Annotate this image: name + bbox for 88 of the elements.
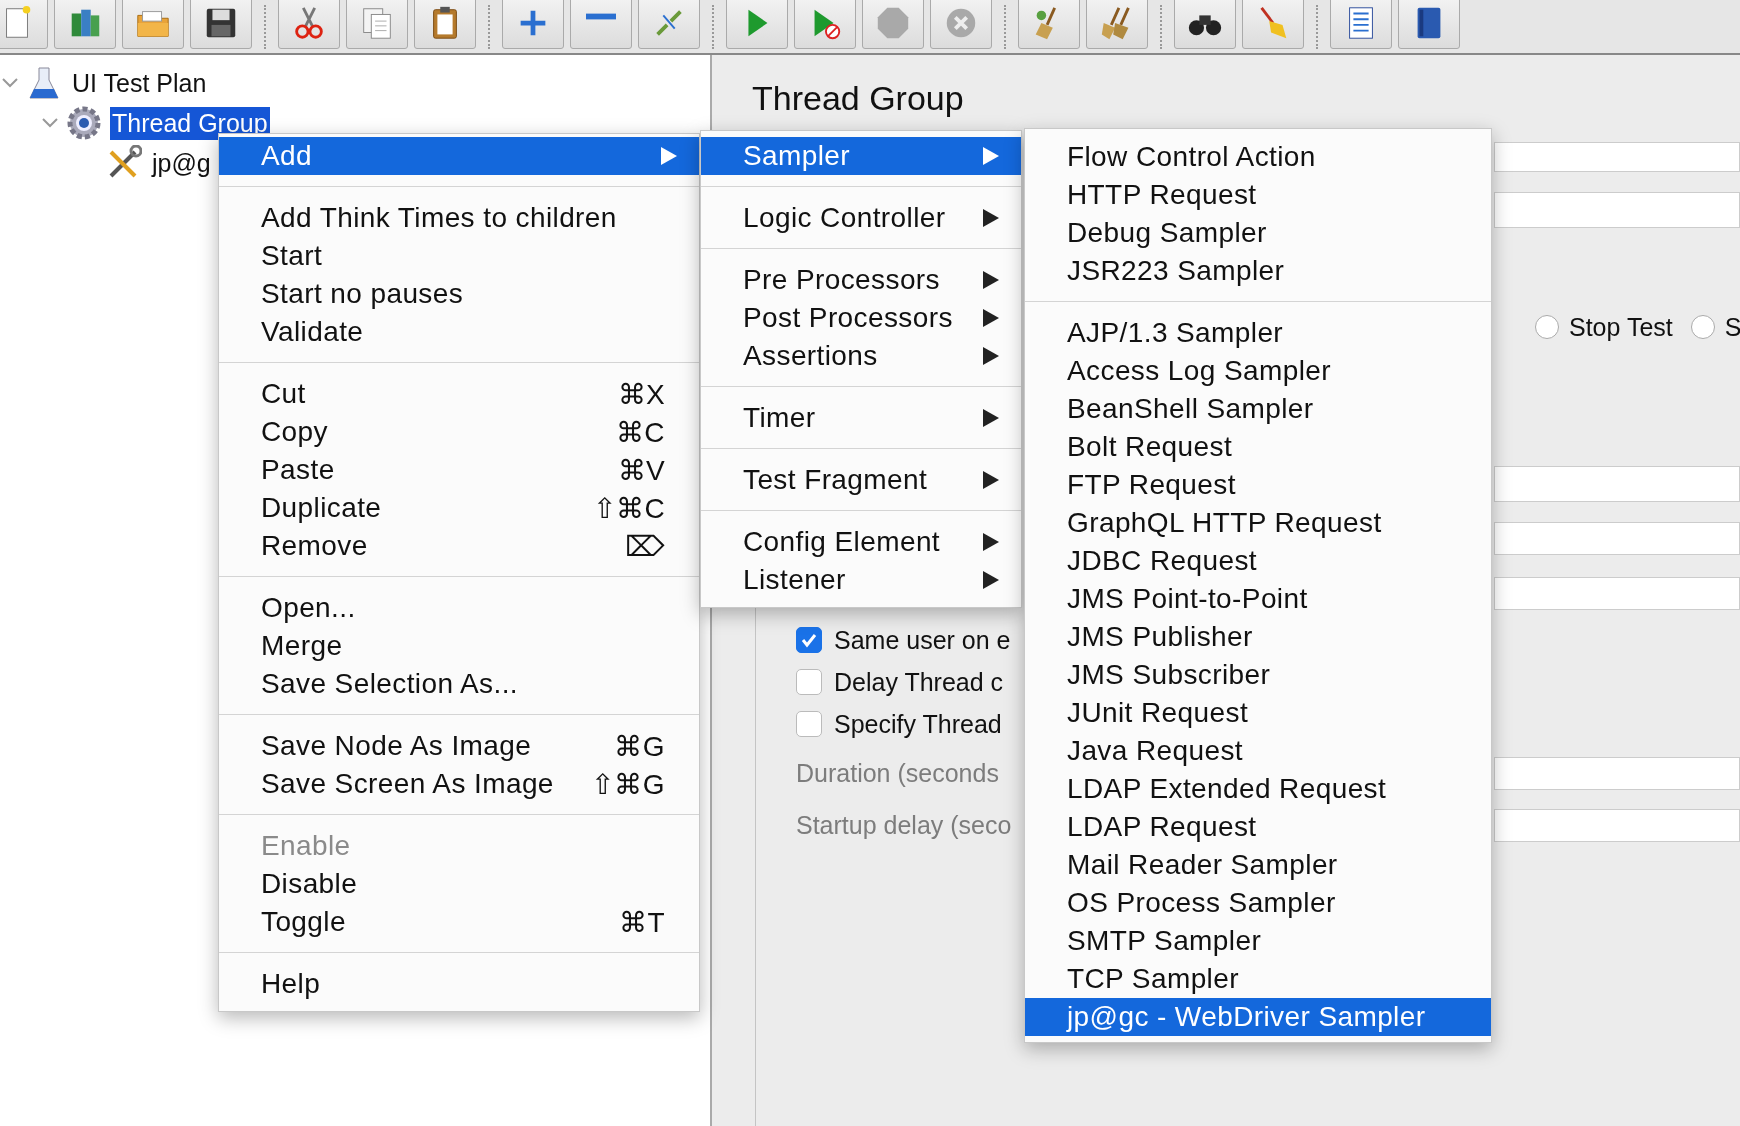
text-field[interactable] bbox=[1494, 809, 1740, 842]
gear-icon bbox=[66, 105, 102, 141]
menu-item[interactable]: FTP Request bbox=[1025, 466, 1491, 504]
menu-item[interactable]: Copy ⌘C bbox=[219, 413, 699, 451]
tree-item[interactable]: Thread Group bbox=[110, 106, 270, 140]
menu-item[interactable]: Bolt Request bbox=[1025, 428, 1491, 466]
toolbar-button[interactable] bbox=[1398, 0, 1460, 49]
menu-item[interactable]: Help bbox=[219, 965, 699, 1003]
radio-label: Stop Test bbox=[1569, 312, 1673, 342]
text-field[interactable] bbox=[1494, 522, 1740, 555]
field-label: Startup delay (seco bbox=[796, 811, 1012, 840]
shortcut-label: ⇧⌘C bbox=[592, 491, 665, 525]
checkbox-label: Same user on e bbox=[834, 625, 1011, 655]
menu-item[interactable]: JSR223 Sampler bbox=[1025, 252, 1491, 290]
radio-button[interactable] bbox=[1690, 315, 1715, 339]
menu-item[interactable]: JMS Subscriber bbox=[1025, 656, 1491, 694]
menu-item[interactable]: Listener bbox=[701, 561, 1021, 599]
menu-item[interactable]: Cut ⌘X bbox=[219, 375, 699, 413]
menu-item[interactable]: Access Log Sampler bbox=[1025, 352, 1491, 390]
shortcut-label: ⌘G bbox=[614, 729, 665, 763]
menu-item[interactable]: Toggle ⌘T bbox=[219, 903, 699, 941]
toolbar-button[interactable] bbox=[1174, 0, 1236, 49]
menu-item[interactable]: Config Element bbox=[701, 523, 1021, 561]
menu-item[interactable]: Start no pauses bbox=[219, 275, 699, 313]
checkbox[interactable] bbox=[796, 669, 822, 695]
menu-item[interactable]: GraphQL HTTP Request bbox=[1025, 504, 1491, 542]
field-label: Duration (seconds bbox=[796, 759, 999, 788]
checkbox[interactable] bbox=[796, 627, 822, 653]
shortcut-label: ⌘V bbox=[617, 453, 665, 487]
panel-title: Thread Group bbox=[752, 79, 965, 119]
menu-item[interactable]: LDAP Extended Request bbox=[1025, 770, 1491, 808]
text-field[interactable] bbox=[1494, 577, 1740, 610]
menu-item[interactable]: Test Fragment bbox=[701, 461, 1021, 499]
radio-button[interactable] bbox=[1535, 315, 1559, 339]
menu-item[interactable]: JUnit Request bbox=[1025, 694, 1491, 732]
text-field[interactable] bbox=[1494, 142, 1740, 172]
menu-item[interactable]: JDBC Request bbox=[1025, 542, 1491, 580]
menu-item[interactable]: LDAP Request bbox=[1025, 808, 1491, 846]
menu-item[interactable]: Merge bbox=[219, 627, 699, 665]
shortcut-label: ⌘T bbox=[619, 905, 665, 939]
menu-item[interactable]: OS Process Sampler bbox=[1025, 884, 1491, 922]
toolbar-button[interactable] bbox=[190, 0, 252, 49]
menu-item[interactable]: Add Think Times to children bbox=[219, 199, 699, 237]
menu-item[interactable]: Disable bbox=[219, 865, 699, 903]
checkbox-label: Delay Thread c bbox=[834, 667, 1004, 697]
menu-item[interactable]: Save Selection As... bbox=[219, 665, 699, 703]
menu-item[interactable]: JMS Publisher bbox=[1025, 618, 1491, 656]
menu-item[interactable]: Timer bbox=[701, 399, 1021, 437]
menu-item[interactable]: Paste ⌘V bbox=[219, 451, 699, 489]
minus-icon bbox=[586, 12, 616, 20]
tree-item[interactable]: jp@g bbox=[150, 146, 213, 180]
check-icon bbox=[800, 631, 818, 649]
shortcut-label: ⇧⌘G bbox=[591, 767, 665, 801]
menu-item[interactable]: Pre Processors bbox=[701, 261, 1021, 299]
menu-item[interactable]: Post Processors bbox=[701, 299, 1021, 337]
flask-icon bbox=[26, 65, 62, 101]
shortcut-label: ⌘X bbox=[617, 377, 665, 411]
shortcut-label: ⌦ bbox=[624, 529, 665, 563]
tree-item[interactable]: UI Test Plan bbox=[70, 66, 209, 100]
menu-item[interactable]: JMS Point-to-Point bbox=[1025, 580, 1491, 618]
menu-item[interactable]: Duplicate ⇧⌘C bbox=[219, 489, 699, 527]
menu-item[interactable]: Validate bbox=[219, 313, 699, 351]
shortcut-label: ⌘C bbox=[615, 415, 665, 449]
text-field[interactable] bbox=[1494, 466, 1740, 502]
menu-item[interactable]: Assertions bbox=[701, 337, 1021, 375]
radio-label: S bbox=[1724, 312, 1740, 342]
text-field[interactable] bbox=[1494, 757, 1740, 790]
menu-item[interactable]: Java Request bbox=[1025, 732, 1491, 770]
menu-item[interactable]: Start bbox=[219, 237, 699, 275]
menu-item[interactable]: BeanShell Sampler bbox=[1025, 390, 1491, 428]
checkbox[interactable] bbox=[796, 711, 822, 737]
menu-item[interactable]: HTTP Request bbox=[1025, 176, 1491, 214]
menu-item[interactable]: Save Screen As Image ⇧⌘G bbox=[219, 765, 699, 803]
menu-item[interactable]: Save Node As Image ⌘G bbox=[219, 727, 699, 765]
menu-item[interactable]: Sampler bbox=[701, 137, 1021, 175]
menu-item[interactable]: Mail Reader Sampler bbox=[1025, 846, 1491, 884]
menu-item[interactable]: TCP Sampler bbox=[1025, 960, 1491, 998]
menu-item[interactable]: jp@gc - WebDriver Sampler bbox=[1025, 998, 1491, 1036]
checkbox-label: Specify Thread bbox=[834, 709, 1002, 739]
menu-item[interactable]: Remove ⌦ bbox=[219, 527, 699, 565]
menu-item[interactable]: AJP/1.3 Sampler bbox=[1025, 314, 1491, 352]
menu-item[interactable]: SMTP Sampler bbox=[1025, 922, 1491, 960]
menu-item[interactable]: Logic Controller bbox=[701, 199, 1021, 237]
menu-item[interactable]: Flow Control Action bbox=[1025, 138, 1491, 176]
menu-item[interactable]: Open... bbox=[219, 589, 699, 627]
menu-item[interactable]: Add bbox=[219, 137, 699, 175]
menu-item[interactable]: Debug Sampler bbox=[1025, 214, 1491, 252]
text-field[interactable] bbox=[1494, 192, 1740, 228]
